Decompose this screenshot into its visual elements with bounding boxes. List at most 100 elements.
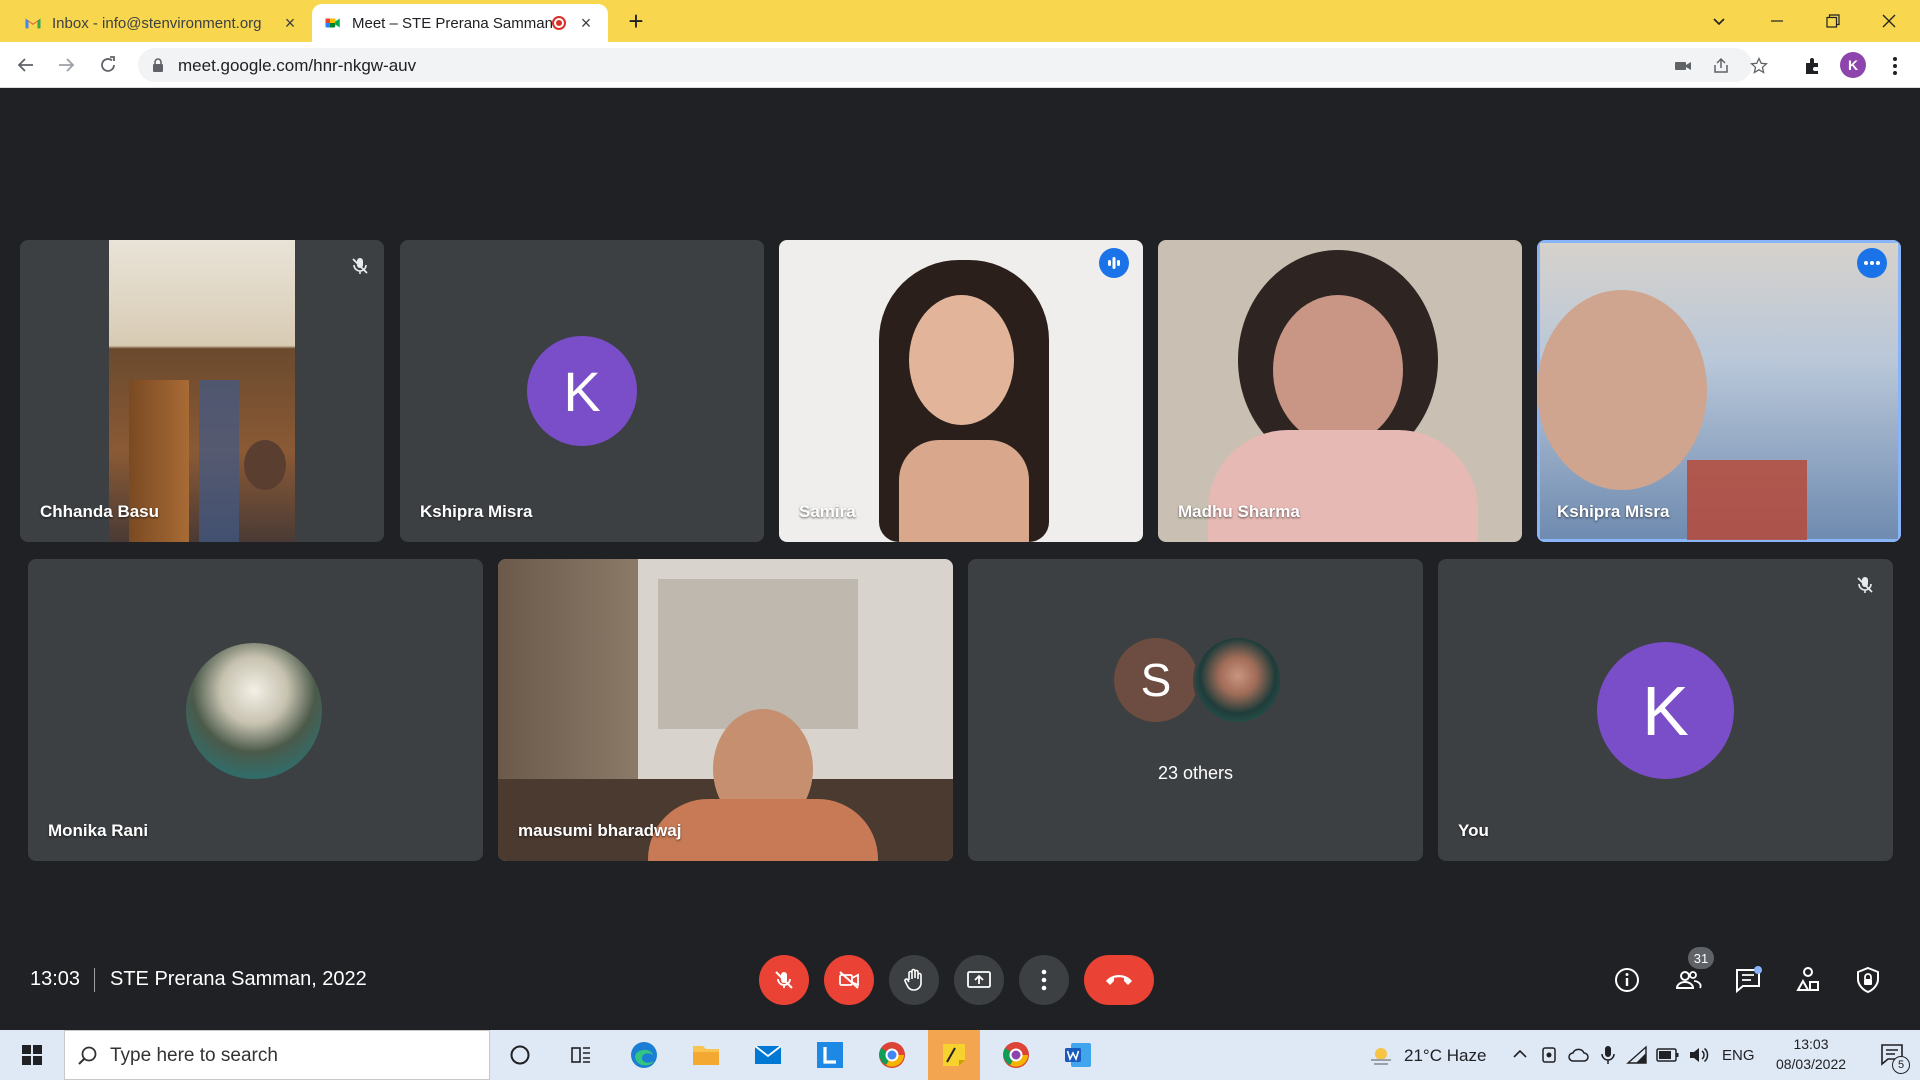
raise-hand-button[interactable] [889, 955, 939, 1005]
tab-gmail[interactable]: Inbox - info@stenvironment.org × [12, 4, 312, 42]
close-tab-icon[interactable]: × [576, 13, 596, 33]
participant-name: You [1458, 821, 1489, 840]
chat-icon[interactable] [1734, 966, 1762, 994]
camera-toggle-button[interactable] [824, 955, 874, 1005]
address-bar[interactable]: meet.google.com/hnr-nkgw-auv [138, 48, 1768, 82]
camera-in-use-icon[interactable] [1674, 57, 1692, 75]
participant-tile[interactable]: Kshipra Misra [1537, 240, 1901, 542]
leave-call-button[interactable] [1084, 955, 1154, 1005]
restore-icon[interactable] [1810, 0, 1856, 42]
edge-icon[interactable] [618, 1030, 670, 1080]
participant-name: Kshipra Misra [420, 502, 533, 521]
participant-name: Kshipra Misra [1557, 502, 1670, 521]
notification-count: 5 [1892, 1056, 1910, 1074]
mic-off-icon [352, 258, 368, 274]
chevron-up-icon[interactable] [1512, 1047, 1528, 1061]
recording-icon [552, 16, 566, 30]
close-window-icon[interactable] [1866, 0, 1912, 42]
tab-meet[interactable]: Meet – STE Prerana Samman × [312, 4, 608, 42]
share-icon[interactable] [1712, 57, 1730, 75]
cloud-icon[interactable] [1568, 1045, 1590, 1065]
tab-search-icon[interactable] [1696, 0, 1742, 42]
video-feed [1158, 240, 1522, 542]
participant-avatar: K [527, 336, 637, 446]
forward-icon[interactable] [50, 49, 82, 81]
clock-date: 08/03/2022 [1775, 1056, 1847, 1072]
participant-name: mausumi bharadwaj [518, 821, 682, 840]
url-text: meet.google.com/hnr-nkgw-auv [178, 56, 417, 75]
mic-toggle-button[interactable] [759, 955, 809, 1005]
participant-avatar: S [1111, 635, 1201, 725]
windows-start-icon[interactable] [6, 1030, 58, 1080]
microphone-tray-icon[interactable] [1600, 1044, 1616, 1066]
participant-tile[interactable]: Samira [779, 240, 1143, 542]
language-indicator[interactable]: ENG [1722, 1047, 1755, 1064]
chrome-icon[interactable] [990, 1030, 1042, 1080]
participant-tile[interactable]: Monika Rani [28, 559, 483, 861]
taskbar-clock[interactable]: 13:03 08/03/2022 [1758, 1034, 1864, 1074]
present-icon [967, 971, 991, 988]
participant-tile[interactable]: Madhu Sharma [1158, 240, 1522, 542]
gmail-icon [25, 18, 41, 29]
app-l-icon[interactable] [804, 1030, 856, 1080]
video-feed [498, 559, 953, 861]
extensions-icon[interactable] [1802, 55, 1824, 77]
video-feed [779, 240, 1143, 542]
volume-icon[interactable] [1688, 1045, 1710, 1065]
participant-count-badge: 31 [1688, 947, 1714, 969]
speaking-indicator-icon [1099, 248, 1129, 278]
chrome-profile-icon[interactable] [866, 1030, 918, 1080]
task-view-icon[interactable] [555, 1030, 607, 1080]
video-feed [109, 240, 295, 542]
video-feed [1537, 240, 1901, 542]
participant-avatar-image [1193, 635, 1283, 725]
participant-avatar-image [186, 643, 322, 779]
profile-avatar[interactable]: K [1840, 52, 1866, 78]
close-tab-icon[interactable]: × [280, 13, 300, 33]
self-tile[interactable]: K You [1438, 559, 1893, 861]
search-icon [78, 1046, 97, 1065]
self-avatar: K [1597, 642, 1734, 779]
minimize-icon[interactable] [1754, 0, 1800, 42]
cortana-icon[interactable] [494, 1030, 546, 1080]
new-tab-button[interactable]: + [620, 7, 652, 35]
participant-name: Madhu Sharma [1178, 502, 1300, 521]
meeting-time: 13:03 [30, 968, 81, 990]
file-explorer-icon[interactable] [680, 1030, 732, 1080]
weather-haze-icon [1371, 1048, 1391, 1065]
meeting-info-icon[interactable] [1613, 966, 1641, 994]
camera-off-icon [839, 971, 859, 989]
more-options-button[interactable] [1019, 955, 1069, 1005]
people-icon[interactable] [1674, 966, 1702, 994]
participant-name: Samira [799, 502, 856, 521]
browser-toolbar: meet.google.com/hnr-nkgw-auv [0, 42, 1920, 88]
battery-icon[interactable] [1656, 1047, 1680, 1063]
activities-icon[interactable] [1794, 966, 1822, 994]
camera-tray-icon[interactable] [1540, 1045, 1560, 1065]
menu-icon[interactable] [1884, 55, 1906, 77]
participant-name: Monika Rani [48, 821, 149, 840]
mic-off-icon [1857, 577, 1873, 593]
reload-icon[interactable] [92, 49, 124, 81]
others-tile[interactable]: S 23 others [968, 559, 1423, 861]
search-placeholder: Type here to search [110, 1045, 278, 1066]
taskbar-search[interactable]: Type here to search [64, 1030, 490, 1080]
weather-text[interactable]: 21°C Haze [1404, 1046, 1486, 1066]
wifi-icon[interactable] [1626, 1045, 1648, 1065]
participant-tile[interactable]: K Kshipra Misra [400, 240, 764, 542]
hand-icon [904, 968, 922, 991]
participant-tile[interactable]: Chhanda Basu [20, 240, 384, 542]
sticky-notes-icon[interactable] [928, 1030, 980, 1080]
others-count: 23 others [1157, 763, 1234, 783]
divider [94, 968, 95, 992]
back-icon[interactable] [10, 49, 42, 81]
word-icon[interactable] [1052, 1030, 1104, 1080]
present-screen-button[interactable] [954, 955, 1004, 1005]
more-options-icon[interactable] [1857, 248, 1887, 278]
host-controls-icon[interactable] [1854, 966, 1882, 994]
tab-title: Meet – STE Prerana Samman [352, 14, 552, 32]
bookmark-star-icon[interactable] [1750, 57, 1768, 75]
participant-tile[interactable]: mausumi bharadwaj [498, 559, 953, 861]
mail-icon[interactable] [742, 1030, 794, 1080]
notifications-button[interactable]: 5 [1866, 1030, 1920, 1080]
